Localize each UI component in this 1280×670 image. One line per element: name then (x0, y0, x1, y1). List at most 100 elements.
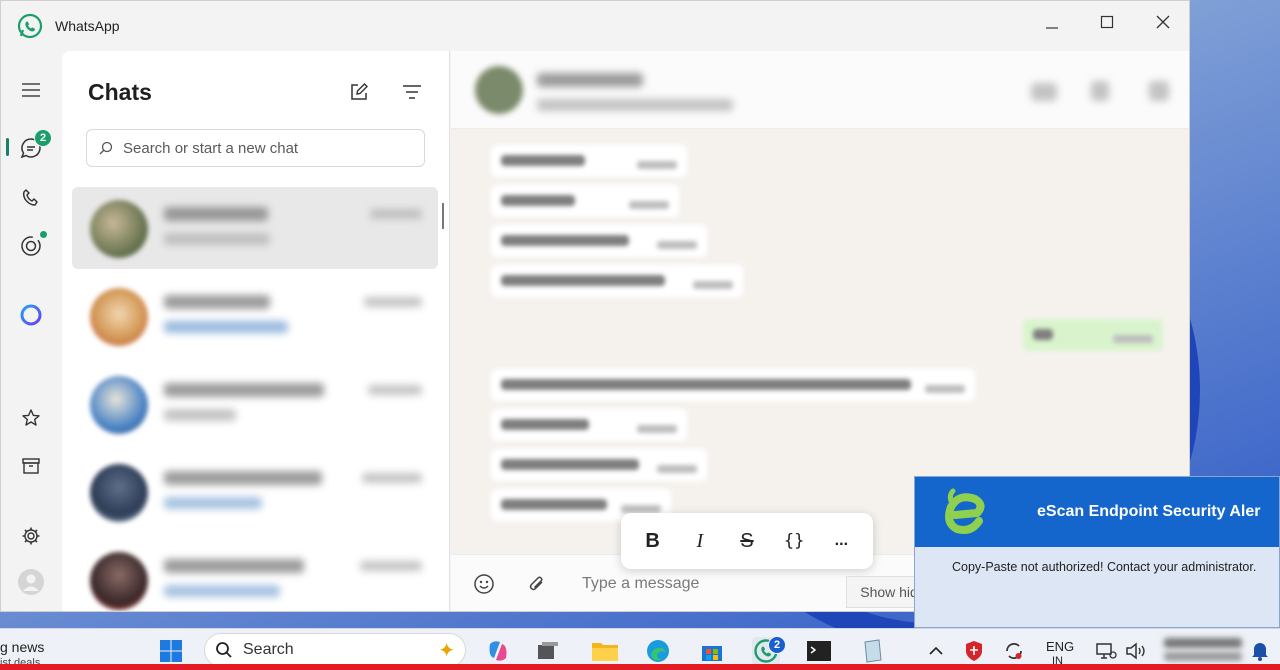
attach-button[interactable] (524, 571, 550, 597)
close-button[interactable] (1143, 9, 1183, 35)
voice-call-icon[interactable] (1091, 81, 1109, 101)
bottom-red-strip (0, 664, 1280, 670)
bold-button[interactable]: B (635, 523, 671, 559)
escan-alert-header: eScan Endpoint Security Aler (915, 477, 1279, 547)
escan-alert-popup[interactable]: eScan Endpoint Security Aler Copy-Paste … (914, 476, 1280, 628)
emoji-button[interactable] (471, 571, 497, 597)
language-indicator[interactable]: ENG (1046, 639, 1074, 654)
window-title: WhatsApp (55, 18, 120, 34)
taskview-app[interactable] (534, 637, 562, 665)
monospace-button[interactable]: {} (776, 523, 812, 559)
new-chat-button[interactable] (346, 79, 372, 105)
archived-button[interactable] (18, 453, 44, 479)
search-icon (99, 141, 113, 155)
terminal-app[interactable] (805, 637, 833, 665)
clock-time-blurred[interactable] (1164, 638, 1242, 648)
settings-button[interactable] (18, 523, 44, 549)
escan-alert-message: Copy-Paste not authorized! Contact your … (952, 560, 1257, 574)
bell-icon (1252, 643, 1268, 661)
more-format-button[interactable]: ... (823, 523, 859, 559)
taskview-icon (538, 642, 558, 659)
file-explorer-app[interactable] (591, 637, 619, 665)
chats-panel: Chats (62, 51, 450, 611)
paperclip-icon (529, 576, 543, 591)
last-seen-blurred (537, 99, 733, 111)
chat-time-blurred (362, 473, 422, 483)
compose-icon (351, 83, 368, 100)
message-bubble (491, 369, 975, 401)
chat-row[interactable] (72, 451, 438, 533)
escan-alert-title: eScan Endpoint Security Aler (1037, 503, 1261, 520)
chat-preview-blurred (164, 233, 270, 245)
shield-icon (966, 641, 982, 661)
unread-badge: 2 (34, 129, 52, 147)
edge-app[interactable] (644, 637, 672, 665)
meta-ai-icon (20, 304, 42, 326)
chat-avatar (90, 288, 148, 346)
network-icon (1096, 643, 1117, 659)
edge-icon (647, 640, 669, 662)
profile-button[interactable] (18, 569, 44, 595)
chat-preview-blurred (164, 585, 280, 597)
conversation-header[interactable] (451, 51, 1189, 129)
sparkle-icon: ✦ (438, 639, 455, 662)
star-icon (22, 409, 40, 426)
format-toolbar: B I S {} ... (621, 513, 873, 569)
show-hidden-icons-button[interactable] (922, 637, 950, 665)
message-bubble (491, 449, 707, 481)
chat-time-blurred (360, 561, 422, 571)
message-input[interactable]: Type a message (582, 575, 699, 593)
minimize-button[interactable] (1032, 9, 1072, 35)
sync-tray-icon[interactable] (1000, 637, 1028, 665)
chat-preview-blurred (164, 497, 262, 509)
maximize-icon (1100, 15, 1114, 29)
taskbar-search[interactable]: Search ✦ (204, 633, 466, 667)
search-chat-icon[interactable] (1149, 81, 1169, 101)
sync-icon (1006, 643, 1022, 659)
security-tray-icon[interactable] (960, 637, 988, 665)
contact-name-blurred (537, 73, 643, 87)
chat-row[interactable] (72, 275, 438, 357)
taskbar-search-label: Search (243, 641, 294, 658)
starred-button[interactable] (18, 405, 44, 431)
calls-nav-button[interactable] (18, 185, 44, 211)
chat-name-blurred (164, 383, 324, 397)
copilot-app[interactable] (484, 637, 512, 665)
notes-app[interactable] (859, 637, 887, 665)
filter-button[interactable] (399, 79, 425, 105)
search-icon (216, 642, 232, 658)
phone-icon (22, 189, 38, 206)
italic-button[interactable]: I (682, 523, 718, 559)
chat-row[interactable] (72, 539, 438, 611)
hamburger-icon (22, 83, 40, 97)
store-app[interactable] (698, 637, 726, 665)
news-widget-label[interactable]: g news (0, 639, 44, 655)
search-box[interactable] (86, 129, 425, 167)
close-icon (1156, 15, 1170, 29)
chats-scrollbar[interactable] (442, 203, 444, 229)
start-button[interactable] (157, 637, 185, 665)
notifications-button[interactable] (1246, 637, 1274, 665)
volume-tray-icon[interactable] (1122, 637, 1150, 665)
windows-logo-icon (160, 640, 182, 662)
meta-ai-button[interactable] (18, 302, 44, 328)
notes-icon (864, 639, 882, 663)
strikethrough-button[interactable]: S (729, 523, 765, 559)
search-input[interactable] (123, 139, 403, 157)
chat-row[interactable] (72, 187, 438, 269)
title-bar[interactable]: WhatsApp (1, 1, 1189, 51)
status-dot (40, 231, 47, 238)
maximize-button[interactable] (1087, 9, 1127, 35)
whatsapp-taskbar-badge: 2 (768, 636, 786, 654)
network-tray-icon[interactable] (1092, 637, 1120, 665)
filter-icon (403, 85, 421, 99)
chat-name-blurred (164, 207, 268, 221)
message-bubble (491, 225, 707, 257)
chat-row[interactable] (72, 363, 438, 445)
active-indicator (6, 138, 9, 156)
video-call-icon[interactable] (1031, 83, 1057, 101)
chevron-up-icon (929, 646, 943, 655)
chat-name-blurred (164, 471, 322, 485)
chat-avatar (90, 552, 148, 610)
menu-button[interactable] (18, 77, 44, 103)
